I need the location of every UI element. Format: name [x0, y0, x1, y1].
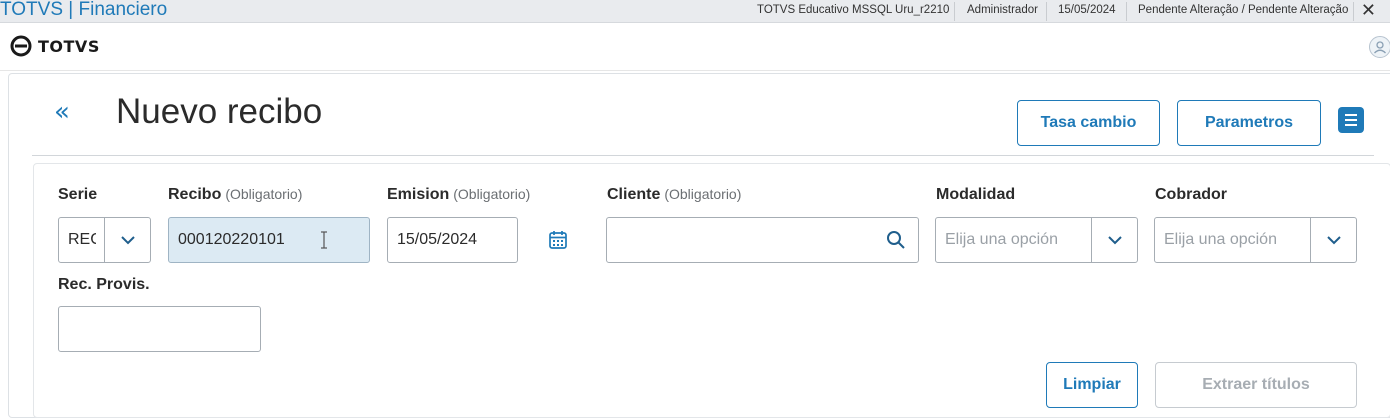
status-separator: [1046, 2, 1047, 21]
emision-hint: (Obligatorio): [453, 186, 531, 202]
cobrador-placeholder: Elija una opción: [1164, 231, 1277, 248]
parametros-button[interactable]: Parametros: [1177, 100, 1321, 146]
pending-label: Pendente Alteração / Pendente Alteração: [1138, 4, 1349, 16]
serie-value: REC: [68, 231, 96, 248]
serie-select[interactable]: REC: [58, 217, 151, 263]
tasa-cambio-button[interactable]: Tasa cambio: [1017, 100, 1160, 146]
environment-label: TOTVS Educativo MSSQL Uru_r2210: [757, 4, 950, 16]
emision-label: Emision (Obligatorio): [387, 186, 531, 203]
cobrador-select[interactable]: Elija una opción: [1154, 217, 1357, 263]
extraer-titulos-button[interactable]: Extraer títulos: [1155, 362, 1357, 408]
header-divider: [32, 155, 1374, 156]
cliente-label: Cliente (Obligatorio): [607, 186, 742, 203]
modalidad-placeholder: Elija una opción: [945, 231, 1058, 248]
user-label: Administrador: [967, 4, 1038, 16]
modalidad-select[interactable]: Elija una opción: [935, 217, 1138, 263]
recibo-label: Recibo (Obligatorio): [168, 186, 303, 203]
rec-provis-label: Rec. Provis.: [58, 276, 150, 293]
chevron-down-icon[interactable]: [1310, 218, 1356, 262]
recibo-hint: (Obligatorio): [225, 186, 303, 202]
brand-bar: TOTVS: [0, 24, 1390, 71]
emision-input[interactable]: 15/05/2024: [387, 217, 518, 263]
window-title-bar: TOTVS | Financiero TOTVS Educativo MSSQL…: [0, 0, 1390, 23]
emision-value: 15/05/2024: [397, 231, 478, 248]
cobrador-label: Cobrador: [1155, 186, 1227, 203]
cliente-input[interactable]: [606, 217, 919, 263]
back-icon[interactable]: «: [54, 97, 70, 127]
chevron-down-icon[interactable]: [1091, 218, 1137, 262]
date-label: 15/05/2024: [1058, 4, 1116, 16]
serie-label: Serie: [58, 186, 98, 203]
menu-icon[interactable]: [1338, 107, 1364, 133]
recibo-value: 000120220101: [178, 231, 285, 248]
totvs-logo: TOTVS: [10, 35, 100, 57]
recibo-input[interactable]: 000120220101: [168, 217, 370, 263]
limpiar-button[interactable]: Limpiar: [1046, 362, 1138, 408]
status-separator: [1126, 2, 1127, 21]
search-icon[interactable]: [886, 230, 906, 250]
logo-text: TOTVS: [38, 36, 100, 56]
close-icon[interactable]: ✕: [1361, 0, 1376, 23]
totvs-logo-icon: [10, 35, 32, 57]
status-separator: [1353, 2, 1354, 21]
cliente-hint: (Obligatorio): [664, 186, 742, 202]
modalidad-label: Modalidad: [936, 186, 1016, 203]
text-cursor-icon: [321, 231, 327, 249]
rec-provis-input[interactable]: [58, 306, 261, 352]
status-separator: [954, 2, 955, 21]
calendar-icon[interactable]: [548, 229, 568, 255]
page-title: Nuevo recibo: [116, 92, 323, 131]
window-title: TOTVS | Financiero: [0, 0, 168, 20]
chevron-down-icon[interactable]: [104, 218, 150, 262]
user-avatar-icon[interactable]: [1369, 36, 1390, 58]
